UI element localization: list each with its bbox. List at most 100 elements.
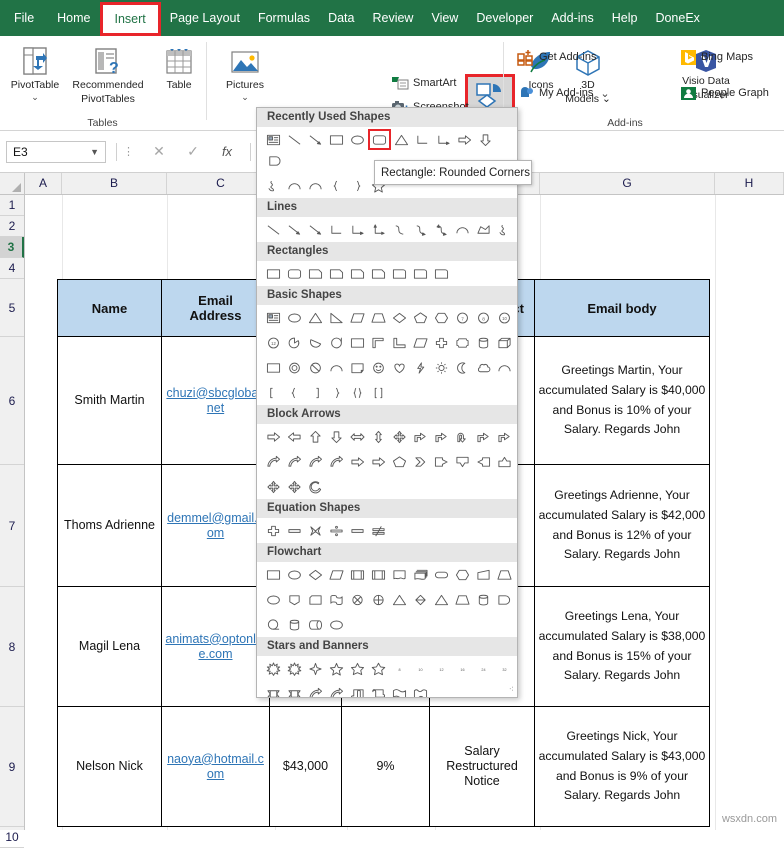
shape-magnetic-disk-icon[interactable] [284,614,305,635]
shape-curved-up-arrow-icon[interactable] [305,451,326,472]
row-header-3[interactable]: 3 [0,237,24,258]
shape-not-equal-icon[interactable] [368,520,389,541]
shape-right-bracket-icon[interactable] [305,382,326,403]
table-cell-body[interactable]: Greetings Nick, Your accumulated Salary … [534,706,710,827]
shape-parallelogram-icon[interactable] [347,307,368,328]
shape-lightning-bolt-icon[interactable] [410,357,431,378]
shape-left-brace-icon[interactable] [326,175,347,196]
shape-down-arrow-callout-icon[interactable] [452,451,473,472]
resize-grip-icon[interactable]: ⁖ [509,684,514,695]
shape-terminator-icon[interactable] [431,564,452,585]
shape-predefined-process-icon[interactable] [347,564,368,585]
shape-heart-icon[interactable] [389,357,410,378]
email-link[interactable]: animats@optonline.com [164,632,267,662]
shape-right-arrow-icon[interactable] [263,426,284,447]
shape-line-double-arrow-icon[interactable] [305,219,326,240]
table-cell-name[interactable]: Thoms Adrienne [57,464,162,587]
row-header-4[interactable]: 4 [0,258,24,279]
shape-right-arrow-callout-icon[interactable] [431,451,452,472]
shape-star-8-point-icon[interactable]: M8.0 2.1 L9.1 3.4 L10.7 2.8 L11.0 4.5 L1… [389,658,410,679]
shape-divide-icon[interactable] [326,520,347,541]
shape-vertical-scroll-icon[interactable] [347,683,368,697]
shape-quad-arrow-callout-icon[interactable] [284,476,305,497]
chevron-down-icon[interactable]: ⌄ [600,87,609,100]
shape-sort-icon[interactable] [410,589,431,610]
table-cell-email[interactable]: demmel@gmail.com [161,464,270,587]
ribbon-tab-review[interactable]: Review [363,0,422,36]
ribbon-tab-help[interactable]: Help [603,0,647,36]
shape-up-arrow-callout-icon[interactable] [494,451,515,472]
row-header-10[interactable]: 10 [0,827,24,848]
shape-bent-arrow-2-icon[interactable] [494,426,515,447]
shape-folded-corner-icon[interactable] [347,357,368,378]
chevron-down-icon[interactable]: ▼ [90,147,99,157]
table-cell-name[interactable]: Smith Martin [57,336,162,465]
email-link[interactable]: naoya@hotmail.com [164,752,267,782]
shape-star-12-point-icon[interactable]: M8.0 2.1 L9.1 3.4 L10.7 2.8 L11.0 4.5 L1… [431,658,452,679]
ribbon-tab-doneex[interactable]: DoneEx [646,0,708,36]
select-all-corner[interactable] [0,173,25,194]
row-header-1[interactable]: 1 [0,195,24,216]
shape-isosceles-triangle-icon[interactable] [305,307,326,328]
table-cell-subject[interactable]: Salary Restructured Notice [429,706,535,827]
formula-bar-options[interactable]: ⋮ [123,145,134,158]
shape-arc-icon[interactable] [452,219,473,240]
shape-snip-and-round-corner-icon[interactable] [368,263,389,284]
table-button[interactable]: Table [148,40,210,92]
shape-freeform-scribble-icon[interactable] [263,175,284,196]
shape-elbow-connector-icon[interactable] [412,129,433,150]
shape-equal-icon[interactable] [347,520,368,541]
shape-cross-icon[interactable] [431,332,452,353]
shape-no-symbol-icon[interactable] [305,357,326,378]
shape-text-box-icon[interactable] [263,129,284,150]
shape-star-32-point-icon[interactable]: M8.0 2.1 L9.1 3.4 L10.7 2.8 L11.0 4.5 L1… [494,658,515,679]
shape-internal-storage-icon[interactable] [368,564,389,585]
ribbon-tab-add-ins[interactable]: Add-ins [542,0,602,36]
shape-curve-arrow-icon[interactable] [410,219,431,240]
shape-round-same-side-corner-icon[interactable] [410,263,431,284]
shape-minus-icon[interactable] [284,520,305,541]
shape-decision-icon[interactable] [305,564,326,585]
bing-maps-button[interactable]: Bing Maps [678,48,753,66]
shape-multiply-icon[interactable] [305,520,326,541]
table-cell-body[interactable]: Greetings Adrienne, Your accumulated Sal… [534,464,710,587]
shape-donut-icon[interactable] [284,357,305,378]
row-header-9[interactable]: 9 [0,707,24,827]
shape-curve-double-arrow-icon[interactable] [431,219,452,240]
ribbon-tab-data[interactable]: Data [319,0,363,36]
shape-oval-icon[interactable] [284,307,305,328]
shape-bent-up-arrow-icon[interactable] [431,426,452,447]
shape-collate-icon[interactable] [389,589,410,610]
ribbon-tab-formulas[interactable]: Formulas [249,0,319,36]
shape-curve-connector-icon[interactable] [389,219,410,240]
shape-display-icon[interactable] [326,614,347,635]
shape-arc-icon[interactable] [284,175,305,196]
ribbon-tab-developer[interactable]: Developer [467,0,542,36]
shape-double-wave-icon[interactable] [410,683,431,697]
shape-block-arc-icon[interactable] [326,357,347,378]
shape-summing-junction-icon[interactable] [347,589,368,610]
shape-card-icon[interactable] [305,589,326,610]
shape-chord-icon[interactable] [305,332,326,353]
shape-curved-right-arrow-icon[interactable] [263,451,284,472]
get-addins-button[interactable]: Get Add-ins [516,48,596,66]
shape-snip-same-side-corner-icon[interactable] [326,263,347,284]
smartart-button[interactable]: SmartArt [390,74,456,92]
shape-stored-data-icon[interactable] [473,589,494,610]
ribbon-tab-file[interactable]: File [0,0,48,36]
table-cell-body[interactable]: Greetings Martin, Your accumulated Salar… [534,336,710,465]
table-cell-body[interactable]: Greetings Lena, Your accumulated Salary … [534,586,710,707]
shape-explosion-2-icon[interactable] [284,658,305,679]
shape-process-icon[interactable] [263,564,284,585]
shape-star-6-point-icon[interactable] [347,658,368,679]
shape-pie-icon[interactable] [284,332,305,353]
shape-elbow-arrow-connector-icon[interactable] [433,129,454,150]
shape-sun-icon[interactable] [431,357,452,378]
shape-left-brace-icon[interactable] [284,382,305,403]
pictures-button[interactable]: Pictures ⌄ [214,40,276,101]
ribbon-tab-view[interactable]: View [422,0,467,36]
shape-dodecagon-icon[interactable]: 12 [263,332,284,353]
shape-curved-down-arrow-icon[interactable] [326,451,347,472]
table-cell-name[interactable]: Magil Lena [57,586,162,707]
shape-cloud-icon[interactable] [473,357,494,378]
